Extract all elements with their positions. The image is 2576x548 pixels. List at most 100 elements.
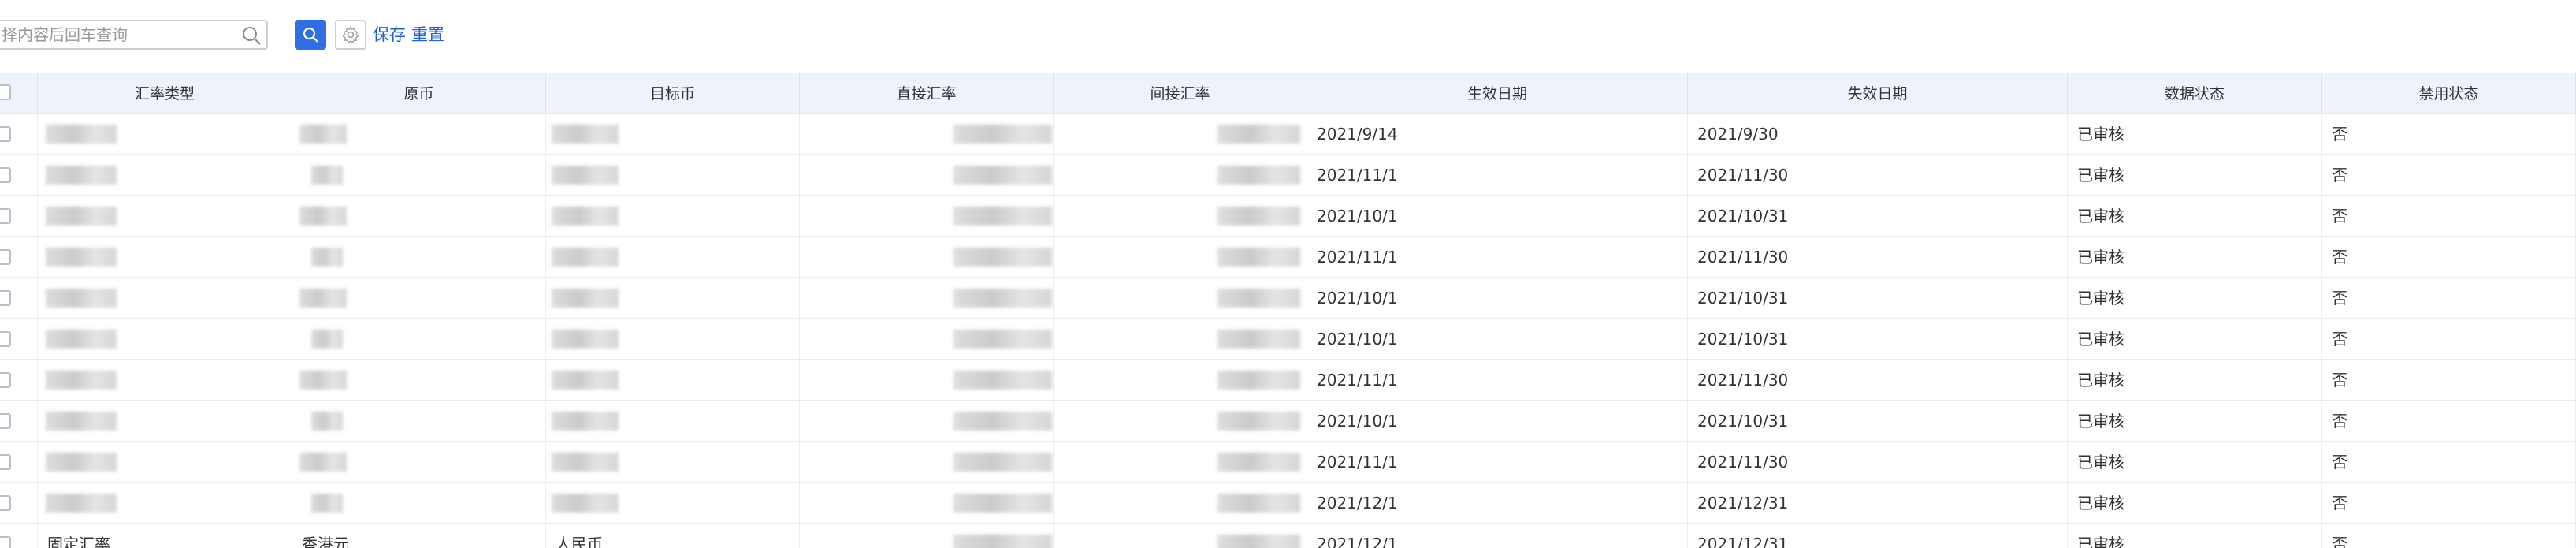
redacted-block — [1217, 166, 1300, 185]
search-input[interactable] — [2, 21, 230, 48]
cell-disabled-status: 否 — [2322, 483, 2576, 524]
header-rate-type[interactable]: 汇率类型 — [38, 73, 292, 114]
cell-effective-date: 2021/10/1 — [1307, 401, 1688, 442]
redacted-block — [1217, 125, 1300, 144]
redacted-block — [1217, 289, 1300, 308]
table-row[interactable]: 2021/9/14 2021/9/30 已审核否 — [0, 114, 2576, 155]
cell-expiry-date: 2021/9/30 — [1688, 114, 2068, 155]
cell-expiry-date: 2021/11/30 — [1688, 442, 2068, 483]
table-row[interactable]: 2021/11/1 2021/11/30 已审核否 — [0, 237, 2576, 278]
redacted-block — [46, 494, 117, 513]
cell-checkbox — [0, 401, 38, 442]
table-row[interactable]: 2021/10/1 2021/10/31 已审核否 — [0, 278, 2576, 319]
cell-effective-date: 2021/11/1 — [1307, 237, 1688, 278]
redacted-block — [46, 125, 117, 144]
cell-checkbox — [0, 278, 38, 319]
redacted-block — [953, 535, 1052, 548]
cell-data-status: 已审核 — [2068, 319, 2322, 360]
redacted-block — [299, 125, 347, 144]
cell-effective-date: 2021/10/1 — [1307, 196, 1688, 237]
redacted-block — [953, 453, 1052, 472]
cell-data-status: 已审核 — [2068, 360, 2322, 401]
redacted-block — [552, 166, 619, 185]
reset-button[interactable]: 重置 — [411, 23, 444, 47]
cell-expiry-date: 2021/10/31 — [1688, 401, 2068, 442]
table-row[interactable]: 2021/11/1 2021/11/30 已审核否 — [0, 360, 2576, 401]
redacted-block — [46, 289, 117, 308]
redacted-block — [953, 125, 1052, 144]
cell-checkbox — [0, 442, 38, 483]
cell-data-status: 已审核 — [2068, 237, 2322, 278]
header-disabled-status[interactable]: 禁用状态 — [2322, 73, 2576, 114]
cell-rate-type: 固定汇率 — [38, 524, 292, 548]
redacted-block — [311, 330, 343, 349]
header-direct-rate[interactable]: 直接汇率 — [800, 73, 1054, 114]
redacted-block — [1217, 248, 1300, 267]
cell-effective-date: 2021/10/1 — [1307, 278, 1688, 319]
cell-checkbox — [0, 114, 38, 155]
table-row[interactable]: 2021/11/1 2021/11/30 已审核否 — [0, 155, 2576, 196]
table-row[interactable]: 2021/10/1 2021/10/31 已审核否 — [0, 196, 2576, 237]
cell-checkbox — [0, 237, 38, 278]
redacted-block — [552, 412, 619, 431]
redacted-block — [953, 494, 1052, 513]
redacted-block — [1217, 207, 1300, 226]
header-effective-date[interactable]: 生效日期 — [1307, 73, 1688, 114]
cell-data-status: 已审核 — [2068, 114, 2322, 155]
table-row[interactable]: 固定汇率 香港元 人民币 2021/12/1 2021/12/31 已审核否 — [0, 524, 2576, 548]
table-row[interactable]: 2021/12/1 2021/12/31 已审核否 — [0, 483, 2576, 524]
redacted-block — [1217, 453, 1300, 472]
cell-data-status: 已审核 — [2068, 278, 2322, 319]
search-box[interactable] — [0, 20, 268, 50]
cell-disabled-status: 否 — [2322, 360, 2576, 401]
cell-source-currency: 香港元 — [292, 524, 546, 548]
header-source-currency[interactable]: 原币 — [292, 73, 546, 114]
cell-data-status: 已审核 — [2068, 524, 2322, 548]
cell-disabled-status: 否 — [2322, 319, 2576, 360]
header-data-status[interactable]: 数据状态 — [2068, 73, 2322, 114]
redacted-block — [311, 248, 343, 267]
cell-effective-date: 2021/11/1 — [1307, 442, 1688, 483]
redacted-block — [1217, 330, 1300, 349]
search-button[interactable] — [295, 20, 326, 50]
cell-effective-date: 2021/11/1 — [1307, 155, 1688, 196]
cell-checkbox — [0, 196, 38, 237]
settings-button[interactable] — [335, 20, 366, 50]
cell-disabled-status: 否 — [2322, 524, 2576, 548]
redacted-block — [953, 207, 1052, 226]
redacted-block — [552, 330, 619, 349]
header-checkbox-cell — [0, 73, 38, 114]
redacted-block — [46, 166, 117, 185]
redacted-block — [552, 248, 619, 267]
redacted-block — [299, 289, 347, 308]
header-indirect-rate[interactable]: 间接汇率 — [1054, 73, 1307, 114]
redacted-block — [552, 207, 619, 226]
redacted-block — [311, 412, 343, 431]
cell-expiry-date: 2021/10/31 — [1688, 196, 2068, 237]
cell-effective-date: 2021/12/1 — [1307, 483, 1688, 524]
cell-expiry-date: 2021/10/31 — [1688, 278, 2068, 319]
table-row[interactable]: 2021/10/1 2021/10/31 已审核否 — [0, 319, 2576, 360]
cell-effective-date: 2021/9/14 — [1307, 114, 1688, 155]
cell-checkbox — [0, 155, 38, 196]
save-button[interactable]: 保存 — [373, 23, 406, 47]
cell-expiry-date: 2021/11/30 — [1688, 237, 2068, 278]
cell-expiry-date: 2021/10/31 — [1688, 319, 2068, 360]
redacted-block — [552, 371, 619, 390]
redacted-block — [953, 248, 1052, 267]
search-icon[interactable] — [241, 25, 262, 46]
redacted-block — [1217, 494, 1300, 513]
redacted-block — [1217, 371, 1300, 390]
header-target-currency[interactable]: 目标币 — [546, 73, 800, 114]
table-row[interactable]: 2021/10/1 2021/10/31 已审核否 — [0, 401, 2576, 442]
cell-checkbox — [0, 360, 38, 401]
cell-disabled-status: 否 — [2322, 196, 2576, 237]
cell-expiry-date: 2021/12/31 — [1688, 524, 2068, 548]
cell-expiry-date: 2021/11/30 — [1688, 155, 2068, 196]
header-expiry-date[interactable]: 失效日期 — [1688, 73, 2068, 114]
gear-icon — [342, 26, 359, 43]
cell-effective-date: 2021/10/1 — [1307, 319, 1688, 360]
table-row[interactable]: 2021/11/1 2021/11/30 已审核否 — [0, 442, 2576, 483]
cell-data-status: 已审核 — [2068, 196, 2322, 237]
redacted-block — [46, 371, 117, 390]
